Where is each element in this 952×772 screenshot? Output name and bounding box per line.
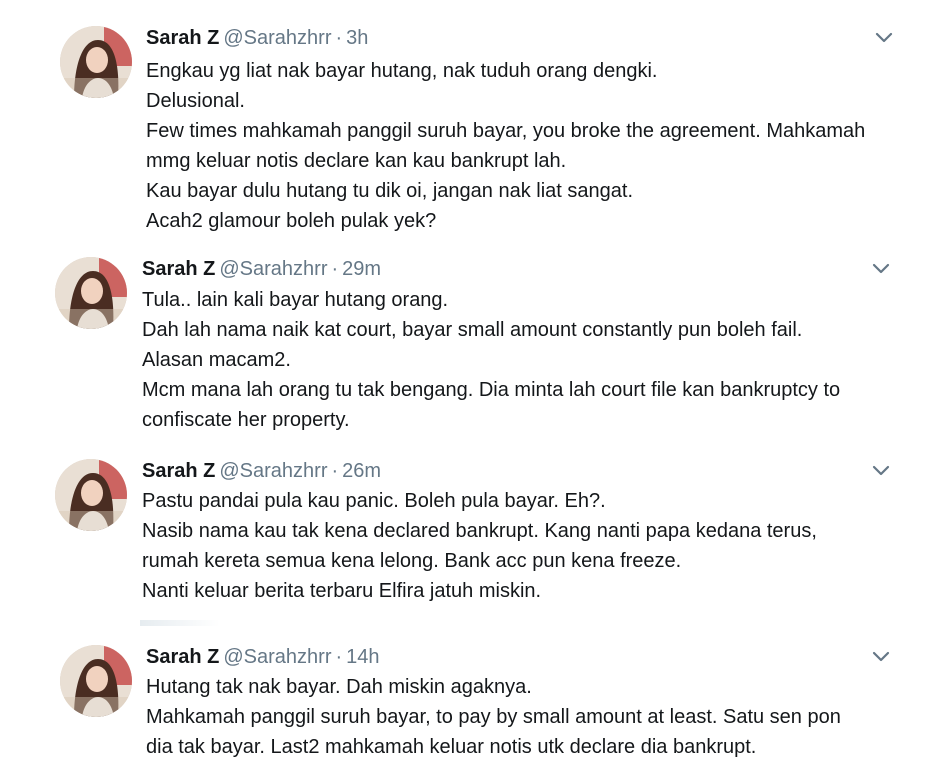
- avatar[interactable]: [55, 257, 127, 329]
- chevron-down-icon[interactable]: [870, 257, 892, 279]
- tweet-line: Mahkamah panggil suruh bayar, to pay by …: [146, 706, 841, 728]
- tweet-header: Sarah Z @Sarahzhrr · 26m: [142, 459, 381, 483]
- tweet-line: Engkau yg liat nak bayar hutang, nak tud…: [146, 60, 658, 82]
- chevron-down-icon[interactable]: [870, 459, 892, 481]
- tweet-line: Hutang tak nak bayar. Dah miskin agaknya…: [146, 676, 532, 698]
- tweet-header: Sarah Z @Sarahzhrr · 14h: [146, 645, 380, 669]
- tweet-line: Kau bayar dulu hutang tu dik oi, jangan …: [146, 180, 634, 202]
- timestamp[interactable]: 26m: [342, 460, 381, 482]
- tweet-line: Alasan macam2.: [142, 349, 291, 371]
- display-name[interactable]: Sarah Z: [146, 27, 219, 49]
- timestamp[interactable]: 29m: [342, 258, 381, 280]
- display-name[interactable]: Sarah Z: [142, 460, 215, 482]
- tweet-line: confiscate her property.: [142, 409, 350, 431]
- tweet-line: Nanti keluar berita terbaru Elfira jatuh…: [142, 580, 542, 602]
- tweet-line: Dah lah nama naik kat court, bayar small…: [142, 319, 803, 341]
- avatar[interactable]: [55, 459, 127, 531]
- tweet-line: Few times mahkamah panggil suruh bayar, …: [146, 120, 866, 142]
- tweet-text: Pastu pandai pula kau panic. Boleh pula …: [142, 486, 817, 606]
- divider: [140, 620, 220, 626]
- tweet-text: Engkau yg liat nak bayar hutang, nak tud…: [146, 56, 865, 236]
- tweet-line: dia tak bayar. Last2 mahkamah keluar not…: [146, 736, 757, 758]
- tweet-line: Pastu pandai pula kau panic. Boleh pula …: [142, 490, 606, 512]
- avatar-photo: [60, 26, 132, 98]
- separator-dot: ·: [331, 460, 339, 482]
- separator-dot: ·: [335, 646, 343, 668]
- tweet-line: Mcm mana lah orang tu tak bengang. Dia m…: [142, 379, 841, 401]
- tweet-line: rumah kereta semua kena lelong. Bank acc…: [142, 550, 682, 572]
- tweet-text: Tula.. lain kali bayar hutang orang. Dah…: [142, 285, 840, 435]
- avatar-photo: [55, 459, 127, 531]
- user-handle[interactable]: @Sarahzhrr: [219, 460, 327, 482]
- separator-dot: ·: [331, 258, 339, 280]
- chevron-down-icon[interactable]: [870, 645, 892, 667]
- tweet-line: Nasib nama kau tak kena declared bankrup…: [142, 520, 817, 542]
- chevron-down-icon[interactable]: [873, 26, 895, 48]
- user-handle[interactable]: @Sarahzhrr: [223, 646, 331, 668]
- tweet-header: Sarah Z @Sarahzhrr · 29m: [142, 257, 381, 281]
- avatar-photo: [60, 645, 132, 717]
- tweet-line: Acah2 glamour boleh pulak yek?: [146, 210, 437, 232]
- display-name[interactable]: Sarah Z: [142, 258, 215, 280]
- tweet-header: Sarah Z @Sarahzhrr · 3h: [146, 26, 368, 50]
- user-handle[interactable]: @Sarahzhrr: [223, 27, 331, 49]
- separator-dot: ·: [335, 27, 343, 49]
- tweet-line: Tula.. lain kali bayar hutang orang.: [142, 289, 449, 311]
- display-name[interactable]: Sarah Z: [146, 646, 219, 668]
- avatar[interactable]: [60, 26, 132, 98]
- tweet-line: mmg keluar notis declare kan kau bankrup…: [146, 150, 567, 172]
- avatar[interactable]: [60, 645, 132, 717]
- timestamp[interactable]: 14h: [346, 646, 379, 668]
- avatar-photo: [55, 257, 127, 329]
- timestamp[interactable]: 3h: [346, 27, 368, 49]
- user-handle[interactable]: @Sarahzhrr: [219, 258, 327, 280]
- tweet-text: Hutang tak nak bayar. Dah miskin agaknya…: [146, 672, 841, 762]
- tweet-line: Delusional.: [146, 90, 245, 112]
